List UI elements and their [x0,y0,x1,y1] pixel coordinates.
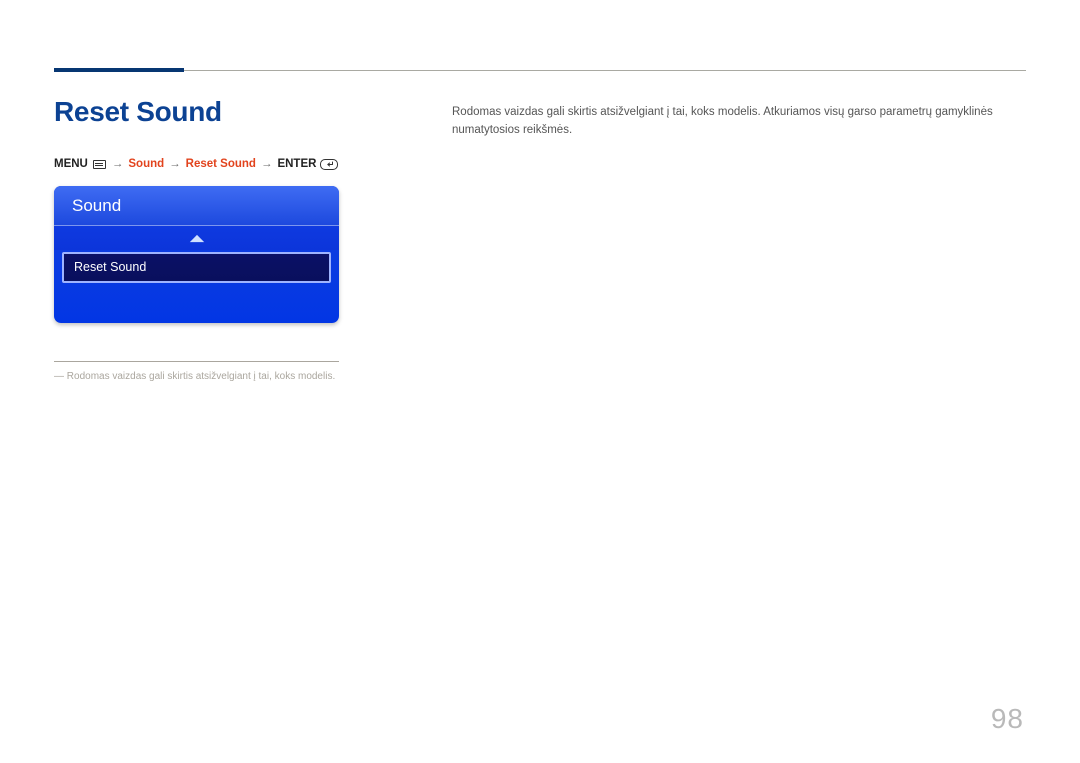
left-column: Reset Sound MENU → Sound → Reset Sound →… [54,96,394,385]
arrow-icon: → [260,158,274,170]
dash-icon: ― [54,370,64,385]
section-tab-marker [54,68,184,72]
section-heading: Reset Sound [54,96,394,128]
menu-icon [93,160,106,169]
arrow-icon: → [111,158,125,170]
osd-item-reset-sound[interactable]: Reset Sound [62,252,331,283]
enter-label: ENTER [277,158,316,170]
header-rule [184,70,1026,71]
right-column: Rodomas vaizdas gali skirtis atsižvelgia… [452,96,1026,385]
menu-path: MENU → Sound → Reset Sound → ENTER [54,158,394,170]
description-text: Rodomas vaizdas gali skirtis atsižvelgia… [452,104,1026,140]
arrow-icon: → [168,158,182,170]
osd-scroll-up[interactable] [54,226,339,250]
footnote-text: Rodomas vaizdas gali skirtis atsižvelgia… [67,371,335,382]
path-sound: Sound [128,158,164,170]
footnote-divider [54,361,339,362]
osd-title: Sound [54,186,339,225]
page: Reset Sound MENU → Sound → Reset Sound →… [0,0,1080,763]
menu-label: MENU [54,158,88,170]
osd-bottom-pad [54,283,339,323]
osd-item-label: Reset Sound [74,260,146,274]
content-row: Reset Sound MENU → Sound → Reset Sound →… [54,96,1026,385]
page-number: 98 [991,703,1024,735]
path-reset-sound: Reset Sound [186,158,256,170]
footnote: ― Rodomas vaizdas gali skirtis atsižvelg… [54,370,394,385]
chevron-up-icon [188,233,206,244]
enter-icon [320,159,338,170]
osd-panel: Sound Reset Sound [54,186,339,323]
